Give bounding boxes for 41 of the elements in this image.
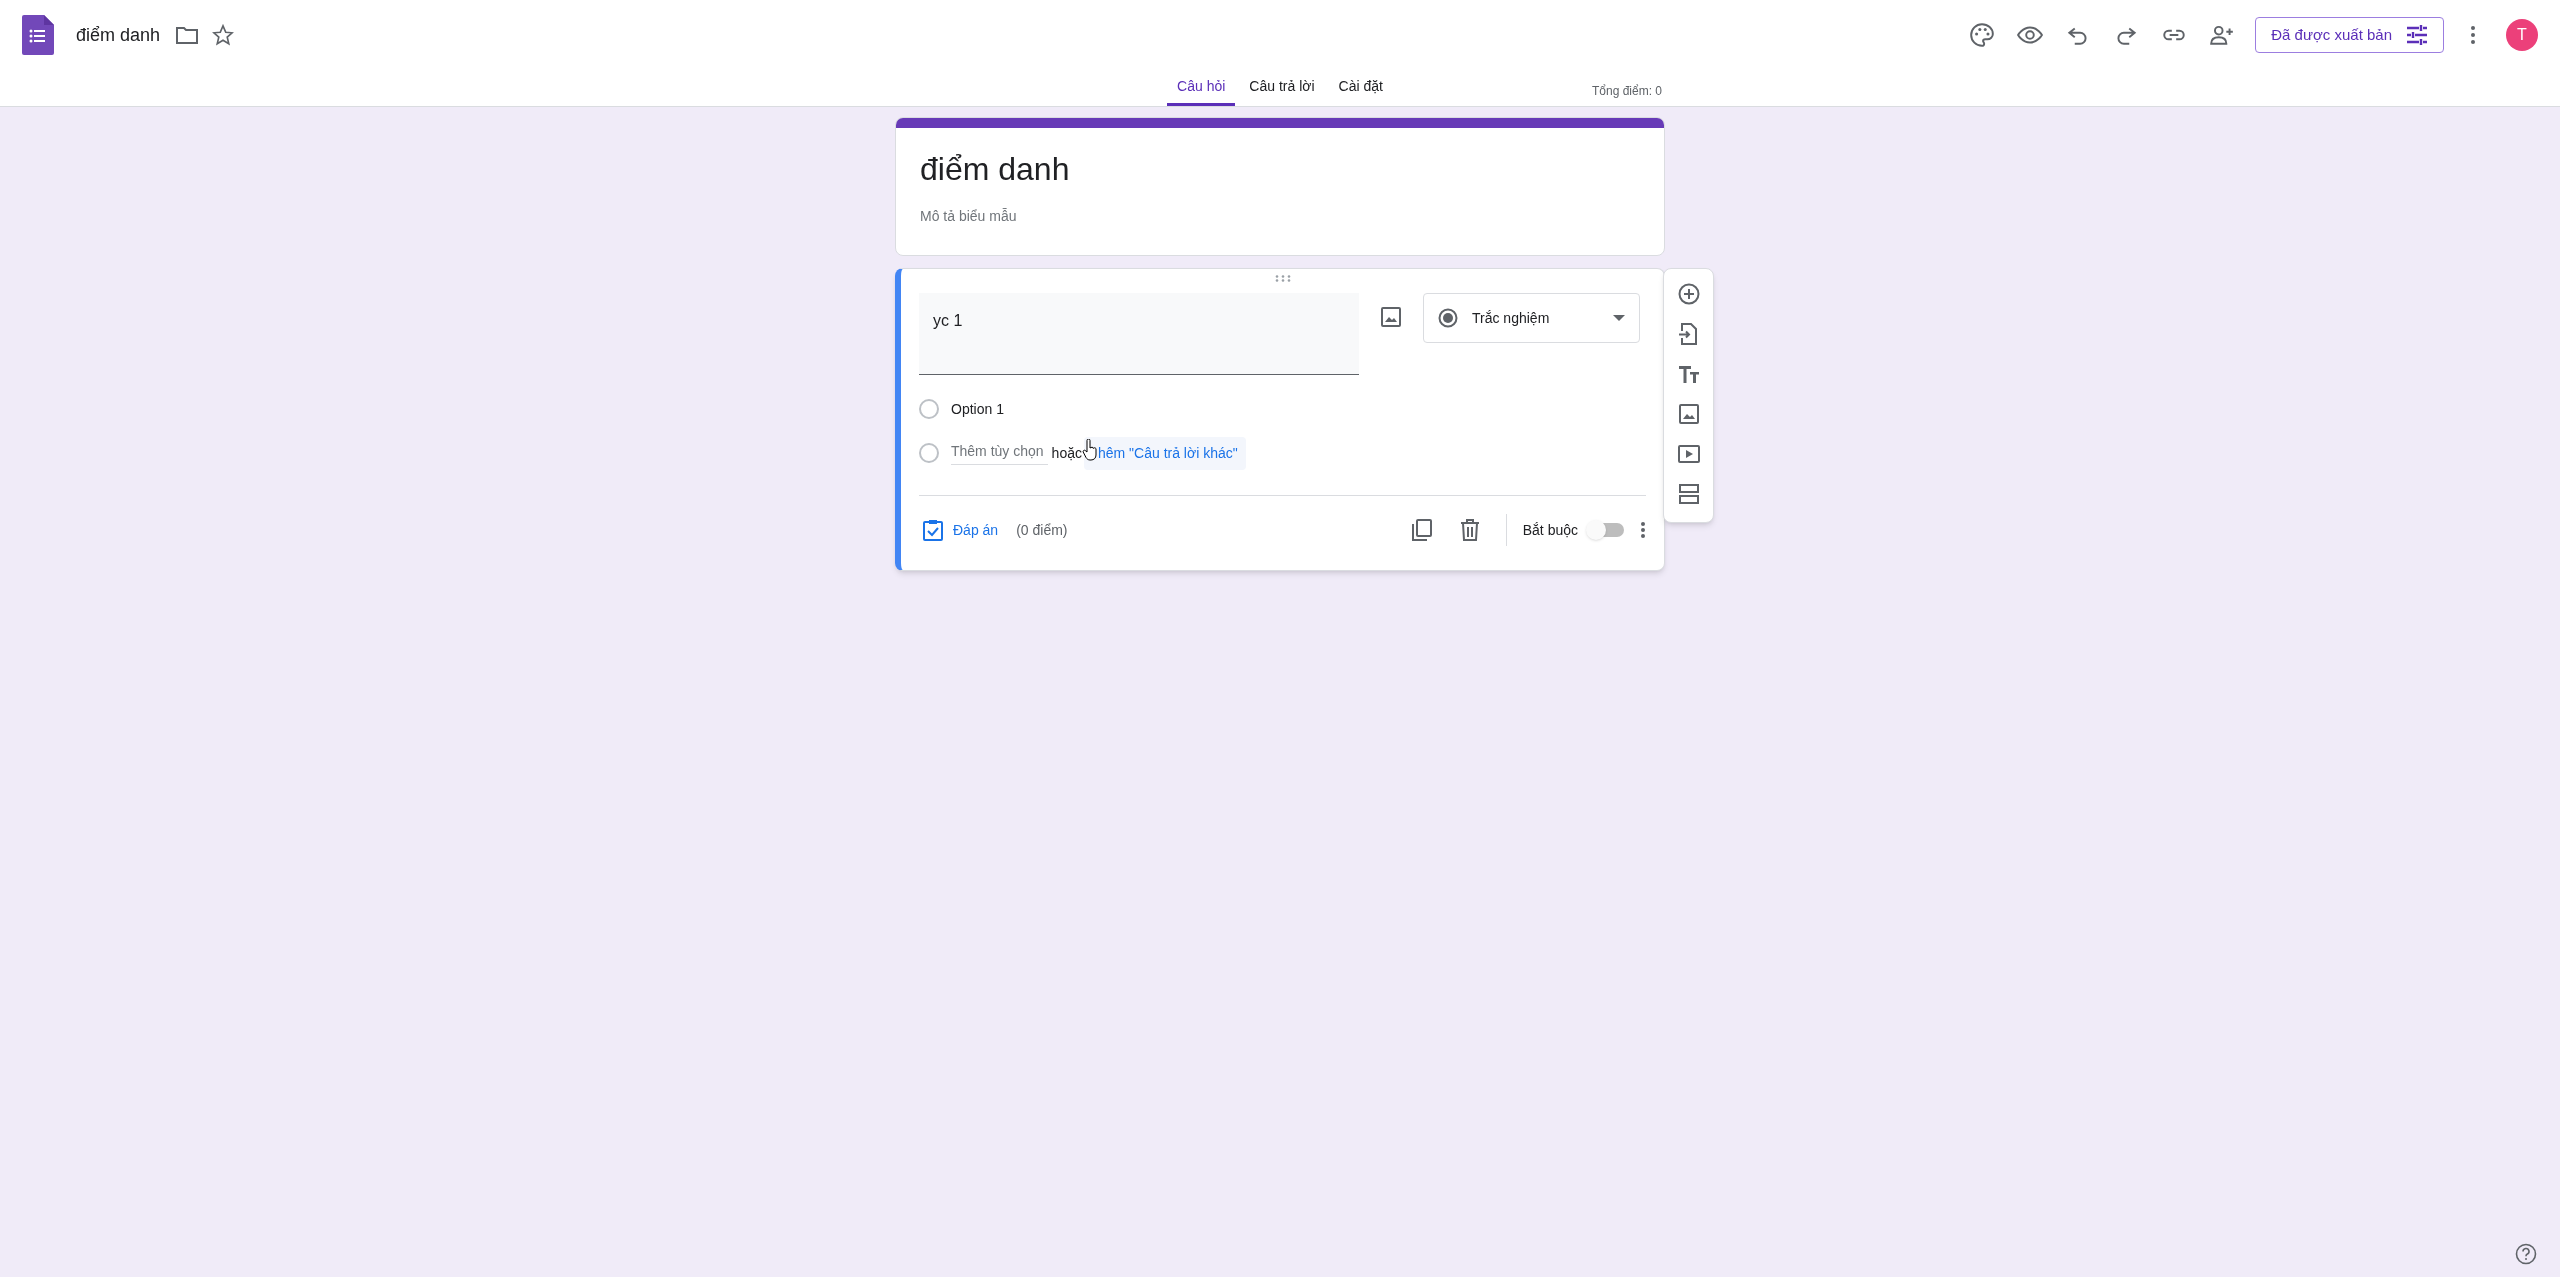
star-icon[interactable]: [212, 24, 235, 46]
import-file-icon[interactable]: [1677, 323, 1700, 345]
required-label: Bắt buộc: [1522, 520, 1578, 540]
published-button[interactable]: Đã được xuất bản: [2255, 17, 2444, 53]
question-type-dropdown[interactable]: Trắc nghiệm: [1423, 293, 1640, 343]
or-text: hoặc: [1051, 443, 1082, 463]
radio-button-icon: [1438, 308, 1458, 328]
form-name[interactable]: điểm danh: [76, 21, 161, 49]
image-icon[interactable]: [1677, 403, 1700, 425]
video-icon[interactable]: [1677, 443, 1700, 465]
form-description[interactable]: Mô tả biểu mẫu: [920, 206, 1640, 227]
tune-icon: [2406, 25, 2428, 45]
question-field[interactable]: yc 1: [919, 293, 1359, 375]
image-icon[interactable]: [1381, 307, 1401, 327]
more-icon[interactable]: [1640, 521, 1646, 539]
required-toggle[interactable]: [1586, 520, 1624, 540]
add-circle-icon[interactable]: [1677, 283, 1700, 305]
option-text[interactable]: Option 1: [951, 398, 1004, 420]
title-text-icon[interactable]: [1677, 363, 1700, 385]
tab[interactable]: Câu hỏi: [1167, 72, 1236, 106]
hand-cursor-icon: [1081, 438, 1098, 461]
points-text: (0 điểm): [1016, 520, 1068, 540]
tab[interactable]: Câu trả lời: [1239, 72, 1325, 106]
copy-icon[interactable]: [1411, 519, 1432, 541]
checklist-icon[interactable]: [923, 519, 943, 541]
palette-icon[interactable]: [1969, 22, 1996, 48]
total-points: Tổng điểm: 0: [1592, 83, 1663, 100]
section-icon[interactable]: [1677, 483, 1700, 505]
forms-logo-icon[interactable]: [22, 15, 54, 55]
add-option-field[interactable]: Thêm tùy chọn: [951, 441, 1048, 465]
drag-handle-icon[interactable]: [1274, 275, 1291, 282]
more-icon[interactable]: [2470, 25, 2476, 45]
add-other-link[interactable]: hêm "Câu trả lời khác": [1083, 436, 1246, 470]
folder-icon[interactable]: [176, 26, 199, 44]
answer-key-button[interactable]: Đáp án: [953, 519, 999, 541]
dropdown-caret-icon: [1613, 315, 1625, 321]
tab[interactable]: Cài đặt: [1328, 72, 1393, 106]
avatar[interactable]: T: [2506, 19, 2538, 51]
help-icon[interactable]: [2515, 1243, 2537, 1265]
trash-icon[interactable]: [1459, 519, 1480, 541]
form-title[interactable]: điểm danh: [920, 146, 1640, 192]
